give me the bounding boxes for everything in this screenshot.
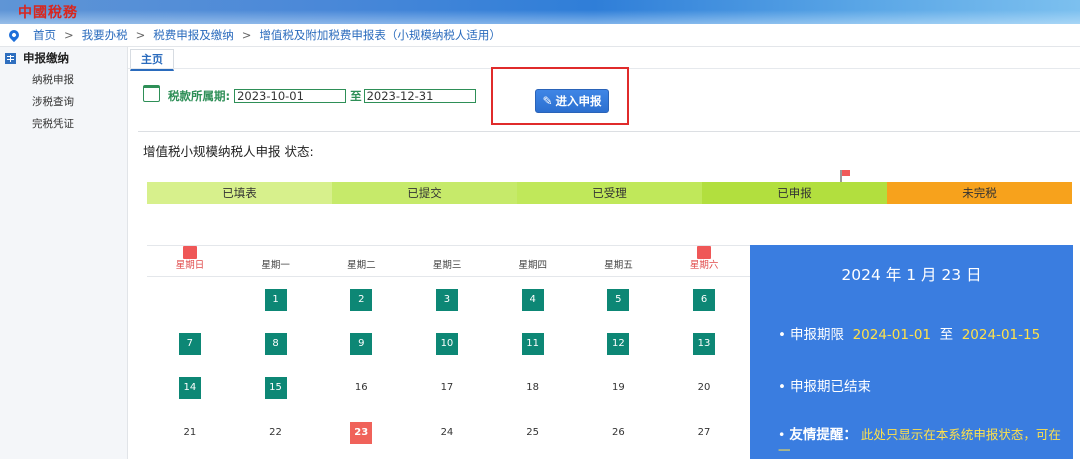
calendar-day[interactable]: 21 (179, 422, 201, 444)
tax-period-row: 税款所属期: 至 (143, 85, 476, 104)
breadcrumb-current[interactable]: 增值税及附加税费申报表（小规模纳税人适用） (259, 27, 501, 43)
breadcrumb: 首页 > 我要办税 > 税费申报及缴纳 > 增值税及附加税费申报表（小规模纳税人… (0, 24, 1080, 47)
sidebar-header[interactable]: 申报缴纳 (0, 47, 127, 69)
status-bar: 已填表 已提交 已受理 已申报 未完税 (147, 182, 1072, 204)
calendar-day[interactable]: 24 (436, 422, 458, 444)
calendar-day[interactable]: 3 (435, 289, 458, 311)
calendar-day[interactable]: 11 (521, 333, 544, 355)
calendar-day[interactable]: 22 (265, 422, 287, 444)
tax-period-label: 税款所属期: (168, 88, 231, 103)
current-step-flag-icon (840, 170, 850, 182)
weekday-label: 星期六 (689, 260, 719, 271)
weekday-label: 星期日 (175, 260, 205, 271)
calendar-day[interactable]: 25 (522, 422, 544, 444)
info-panel: 2024 年 1 月 23 日 • 申报期限 2024-01-01 至 2024-… (750, 245, 1073, 459)
breadcrumb-separator: > (64, 28, 74, 42)
sidebar-item-tax-query[interactable]: 涉税查询 (0, 91, 127, 113)
sidebar-title: 申报缴纳 (23, 51, 69, 65)
calendar-day[interactable]: 27 (693, 422, 715, 444)
calendar-day[interactable]: 9 (350, 333, 373, 355)
calendar-day[interactable]: 16 (350, 377, 372, 399)
calendar-icon (143, 85, 160, 102)
calendar-day[interactable]: 19 (607, 377, 629, 399)
sidebar: 申报缴纳 纳税申报 涉税查询 完税凭证 (0, 47, 128, 459)
calendar-day-today[interactable]: 23 (350, 422, 373, 444)
calendar-day[interactable]: 17 (436, 377, 458, 399)
deadline-line: • 申报期限 2024-01-01 至 2024-01-15 (778, 327, 1041, 343)
calendar-day[interactable]: 7 (178, 333, 201, 355)
sidebar-item-tax-declaration[interactable]: 纳税申报 (0, 69, 127, 91)
breadcrumb-declare[interactable]: 税费申报及缴纳 (153, 27, 234, 43)
status-step: 已提交 (332, 182, 517, 204)
weekday-label: 星期三 (432, 260, 462, 271)
weekday-label: 星期一 (261, 260, 290, 271)
period-ended-line: • 申报期已结束 (778, 379, 871, 395)
calendar-day[interactable]: 12 (607, 333, 630, 355)
calendar-day[interactable]: 5 (607, 289, 630, 311)
tab-bar: 主页 (130, 49, 174, 71)
calendar-day[interactable]: 18 (522, 377, 544, 399)
calendar-header-rule (147, 276, 750, 277)
reminder: • 友情提醒： 此处只显示在本系统申报状态，可在一 (778, 427, 1061, 458)
breadcrumb-my-tax[interactable]: 我要办税 (82, 27, 128, 43)
weekend-flag-icon (182, 246, 197, 259)
status-step: 未完税 (887, 182, 1072, 204)
info-date: 2024 年 1 月 23 日 (841, 266, 982, 284)
weekday-label: 星期五 (604, 260, 633, 271)
calendar-day[interactable]: 26 (607, 422, 629, 444)
status-step: 已申报 (702, 182, 887, 204)
calendar-day[interactable]: 15 (264, 377, 287, 399)
calendar-day[interactable]: 20 (693, 377, 715, 399)
status-step: 已填表 (147, 182, 332, 204)
status-title: 增值税小规模纳税人申报 状态: (143, 144, 314, 159)
deadline-start: 2024-01-01 (852, 327, 932, 343)
calendar-day[interactable]: 8 (264, 333, 287, 355)
calendar-day[interactable]: 6 (693, 289, 716, 311)
breadcrumb-separator: > (241, 28, 252, 42)
reminder-label: 友情提醒： (789, 427, 857, 443)
deadline-end: 2024-01-15 (961, 327, 1041, 343)
period-ended-text: 申报期已结束 (789, 379, 871, 395)
period-to-label: 至 (350, 88, 362, 103)
calendar: 星期日 星期一 星期二 星期三 星期四 星期五 星期六 1 2 3 4 5 6 7 8 9 10 11 12 13 1… (147, 245, 750, 459)
enter-declaration-button[interactable]: ✎ 进入申报 (535, 89, 609, 113)
calendar-day[interactable]: 14 (178, 377, 201, 399)
calendar-day[interactable]: 13 (693, 333, 716, 355)
period-start-input[interactable] (234, 88, 347, 103)
weekend-flag-icon (697, 246, 712, 259)
calendar-top-rule (147, 245, 750, 246)
section-divider (138, 131, 1080, 132)
period-end-input[interactable] (363, 88, 476, 103)
edit-icon: ✎ (542, 94, 553, 108)
status-step: 已受理 (517, 182, 702, 204)
calendar-day[interactable]: 2 (350, 289, 373, 311)
deadline-to: 至 (939, 327, 954, 343)
weekday-label: 星期四 (518, 260, 548, 271)
breadcrumb-home[interactable]: 首页 (33, 27, 56, 43)
top-banner: 中國稅務 (0, 0, 1080, 24)
location-pin-icon (6, 27, 22, 43)
sidebar-item-tax-certificate[interactable]: 完税凭证 (0, 113, 127, 135)
deadline-label: 申报期限 (789, 327, 844, 343)
breadcrumb-separator: > (135, 28, 146, 42)
table-icon (5, 52, 16, 64)
banner-mountains (0, 10, 1080, 24)
logo: 中國稅務 (18, 5, 78, 21)
weekday-header: 星期日 星期一 星期二 星期三 星期四 星期五 星期六 (147, 246, 750, 273)
weekday-label: 星期二 (347, 260, 376, 271)
calendar-day[interactable]: 4 (521, 289, 544, 311)
enter-declaration-label: 进入申报 (555, 94, 602, 108)
calendar-day[interactable]: 10 (435, 333, 458, 355)
calendar-day[interactable]: 1 (264, 289, 287, 311)
